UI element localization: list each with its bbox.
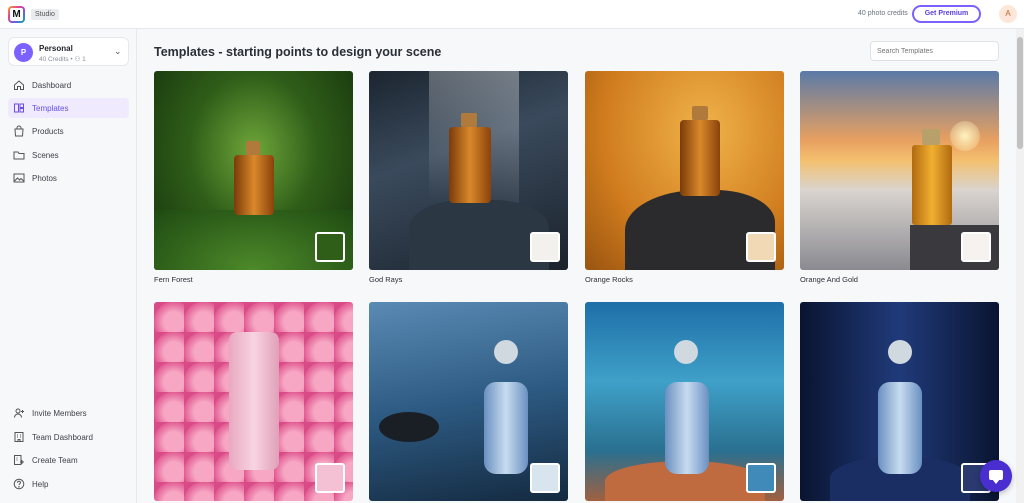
- logo-letter: M: [10, 8, 23, 21]
- sidebar-item-products[interactable]: Products: [8, 121, 129, 141]
- workspace-name: Personal: [39, 44, 73, 53]
- sidebar: P Personal 40 Credits • ⚇ 1 ⌄ Dashboard …: [0, 29, 137, 503]
- template-thumbnail[interactable]: [585, 302, 784, 501]
- template-card-orange-and-gold[interactable]: Orange And Gold: [800, 71, 999, 284]
- search-input[interactable]: [870, 41, 999, 61]
- template-thumbnail[interactable]: [154, 71, 353, 270]
- template-name: God Rays: [369, 275, 403, 284]
- sidebar-item-help[interactable]: Help: [8, 474, 129, 494]
- template-card-underwater[interactable]: [585, 302, 784, 501]
- scrollbar-thumb[interactable]: [1017, 37, 1023, 149]
- sidebar-item-label: Products: [32, 127, 64, 136]
- sidebar-item-label: Help: [32, 480, 49, 489]
- sidebar-item-dashboard[interactable]: Dashboard: [8, 75, 129, 95]
- templates-icon: [14, 103, 24, 113]
- template-thumbnail[interactable]: [585, 71, 784, 270]
- template-name: Orange Rocks: [585, 275, 633, 284]
- template-mini-preview: [961, 232, 991, 262]
- help-icon: [13, 478, 25, 490]
- template-card-fern-forest[interactable]: Fern Forest: [154, 71, 353, 284]
- main-content: Templates - starting points to design yo…: [137, 29, 1016, 503]
- template-name: Fern Forest: [154, 275, 193, 284]
- template-mini-preview: [315, 463, 345, 493]
- page-title: Templates - starting points to design yo…: [154, 45, 442, 59]
- user-avatar[interactable]: A: [999, 5, 1017, 23]
- top-bar: M Studio 40 photo credits Get Premium A: [0, 0, 1024, 29]
- sidebar-item-label: Photos: [32, 174, 57, 183]
- sidebar-item-label: Team Dashboard: [32, 433, 93, 442]
- template-mini-preview: [746, 232, 776, 262]
- studio-badge: Studio: [31, 9, 59, 20]
- chat-launcher-button[interactable]: [980, 460, 1012, 492]
- sidebar-item-create-team[interactable]: Create Team: [8, 450, 129, 470]
- sidebar-item-scenes[interactable]: Scenes: [8, 145, 129, 165]
- scrollbar[interactable]: [1016, 29, 1024, 503]
- sidebar-item-photos[interactable]: Photos: [8, 168, 129, 188]
- app-logo[interactable]: M: [8, 6, 25, 23]
- folder-icon: [13, 151, 25, 160]
- sidebar-item-label: Create Team: [32, 456, 78, 465]
- template-mini-preview: [746, 463, 776, 493]
- building-plus-icon: [14, 455, 24, 465]
- template-mini-preview: [315, 232, 345, 262]
- building-icon: [14, 432, 24, 442]
- template-card-velvet[interactable]: [800, 302, 999, 501]
- sidebar-item-label: Templates: [32, 104, 69, 113]
- template-thumbnail[interactable]: [369, 71, 568, 270]
- template-card-water-stones[interactable]: [369, 302, 568, 501]
- workspace-avatar: P: [14, 43, 33, 62]
- sidebar-item-templates[interactable]: Templates: [8, 98, 129, 118]
- sidebar-item-label: Dashboard: [32, 81, 72, 90]
- chevron-down-icon: ⌄: [114, 46, 122, 56]
- template-thumbnail[interactable]: [800, 302, 999, 501]
- template-thumbnail[interactable]: [369, 302, 568, 501]
- template-card-god-rays[interactable]: God Rays: [369, 71, 568, 284]
- sidebar-item-label: Invite Members: [32, 409, 87, 418]
- template-card-pink-spheres[interactable]: [154, 302, 353, 501]
- template-mini-preview: [530, 232, 560, 262]
- template-name: Orange And Gold: [800, 275, 858, 284]
- template-card-orange-rocks[interactable]: Orange Rocks: [585, 71, 784, 284]
- workspace-meta: 40 Credits • ⚇ 1: [39, 56, 86, 63]
- home-icon: [14, 80, 24, 90]
- sidebar-item-label: Scenes: [32, 151, 59, 160]
- template-thumbnail[interactable]: [154, 302, 353, 501]
- get-premium-button[interactable]: Get Premium: [912, 5, 981, 23]
- template-mini-preview: [530, 463, 560, 493]
- template-thumbnail[interactable]: [800, 71, 999, 270]
- sidebar-item-team-dashboard[interactable]: Team Dashboard: [8, 427, 129, 447]
- sidebar-item-invite-members[interactable]: Invite Members: [8, 403, 129, 423]
- bag-icon: [14, 125, 24, 137]
- user-plus-icon: [14, 408, 24, 418]
- photo-credits: 40 photo credits: [858, 10, 908, 17]
- image-icon: [13, 173, 25, 183]
- workspace-switcher[interactable]: P Personal 40 Credits • ⚇ 1 ⌄: [8, 37, 129, 66]
